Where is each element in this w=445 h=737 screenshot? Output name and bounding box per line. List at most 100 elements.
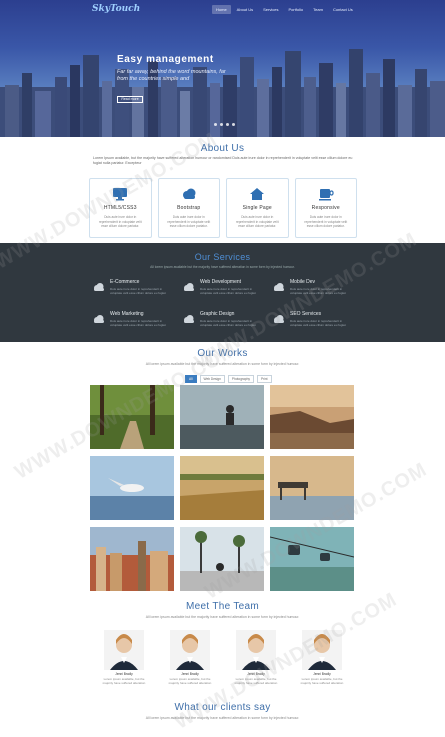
avatar — [302, 630, 342, 670]
portfolio-grid — [90, 385, 355, 591]
service-title: E-Commerce — [110, 279, 140, 285]
cloud-icon — [274, 315, 284, 323]
cloud-icon — [184, 283, 194, 291]
works-title: Our Works — [197, 348, 248, 359]
member-desc: Lorem ipsum available, but the majority … — [102, 677, 146, 685]
portfolio-item[interactable] — [180, 527, 264, 591]
service-desc: Duis aute irure dolor in reprehenderit i… — [290, 319, 346, 328]
hero-subtitle: Far far away, behind the word mountains,… — [117, 69, 226, 82]
nav-item-portfolio[interactable]: Portfolio — [284, 5, 307, 14]
nav-item-about[interactable]: About Us — [233, 5, 257, 14]
coast-cliff-image — [270, 385, 354, 449]
cable-car-image — [270, 527, 354, 591]
service-item: Web Marketing Duis aute irure dolor in re… — [92, 311, 172, 327]
team-subtitle: All lorem ipsum available but the majori… — [145, 615, 300, 619]
portfolio-item[interactable] — [180, 385, 264, 449]
man-sitting-image — [180, 385, 264, 449]
palm-skate-image — [180, 527, 264, 591]
service-title: SEO Services — [290, 311, 322, 317]
portfolio-item[interactable] — [90, 385, 174, 449]
seagull-image — [90, 456, 174, 520]
portfolio-item[interactable] — [270, 456, 354, 520]
slider-dot[interactable] — [220, 123, 223, 126]
services-section: Our Services All lorem ipsum available b… — [0, 243, 445, 342]
team-member: Jenni Brodly Lorem ipsum available, but … — [100, 630, 148, 693]
portfolio-item[interactable] — [270, 527, 354, 591]
member-desc: Lorem ipsum available, but the majority … — [168, 677, 212, 685]
portfolio-item[interactable] — [180, 456, 264, 520]
works-subtitle: All lorem ipsum available but the majori… — [145, 362, 300, 366]
filter-print[interactable]: Print — [256, 375, 272, 383]
service-item: Web Development Duis aute irure dolor in … — [182, 279, 262, 295]
feature-card: Bootstrap Duis aute irure dolor in repre… — [157, 178, 220, 238]
feature-card: Single Page Duis aute irure dolor in rep… — [226, 178, 289, 238]
cloud-icon — [274, 283, 284, 291]
portfolio-item[interactable] — [90, 527, 174, 591]
feature-title: Bootstrap — [177, 205, 201, 211]
service-title: Web Development — [200, 279, 242, 285]
services-title: Our Services — [194, 252, 251, 262]
slider-dots — [214, 123, 235, 126]
cloud-icon — [182, 188, 196, 199]
team-member: Jenni Brodly Lorem ipsum available, but … — [298, 630, 346, 693]
slider-dot[interactable] — [232, 123, 235, 126]
filter-photography[interactable]: Photography — [227, 375, 254, 383]
feature-title: Responsive — [311, 205, 340, 211]
services-subtitle: All lorem ipsum available but the majori… — [150, 265, 295, 269]
feature-title: HTML5/CSS3 — [103, 205, 137, 211]
hero-read-more-button[interactable]: Read more — [117, 96, 143, 103]
service-desc: Duis aute irure dolor in reprehenderit i… — [200, 319, 256, 328]
feature-desc: Duis aute irure dolor in reprehenderit i… — [167, 215, 211, 228]
monitor-icon — [113, 188, 128, 201]
about-title: About Us — [200, 143, 245, 154]
portfolio-item[interactable] — [90, 456, 174, 520]
service-desc: Duis aute irure dolor in reprehenderit i… — [110, 287, 166, 296]
service-item: SEO Services Duis aute irure dolor in rep… — [272, 311, 352, 327]
slider-dot[interactable] — [226, 123, 229, 126]
forest-path-image — [90, 385, 174, 449]
service-desc: Duis aute irure dolor in reprehenderit i… — [200, 287, 256, 296]
service-desc: Duis aute irure dolor in reprehenderit i… — [110, 319, 166, 328]
member-name: Jenni Brodly — [247, 672, 265, 676]
top-navbar: SkyTouch Home About Us Services Portfoli… — [0, 0, 445, 18]
team-member: Jenni Brodly Lorem ipsum available, but … — [232, 630, 280, 693]
service-item: Graphic Design Duis aute irure dolor in r… — [182, 311, 262, 327]
service-item: E-Commerce Duis aute irure dolor in repre… — [92, 279, 172, 295]
cloud-icon — [184, 315, 194, 323]
cup-icon — [318, 189, 334, 201]
member-desc: Lorem ipsum available, but the majority … — [300, 677, 344, 685]
service-title: Web Marketing — [110, 311, 144, 317]
member-name: Jenni Brodly — [115, 672, 133, 676]
team-title: Meet The Team — [185, 601, 259, 612]
nav-item-team[interactable]: Team — [309, 5, 327, 14]
pier-sunset-image — [270, 456, 354, 520]
feature-card: Responsive Duis aute irure dolor in repr… — [294, 178, 357, 238]
filter-web-design[interactable]: Web Design — [199, 375, 225, 383]
avatar — [236, 630, 276, 670]
portfolio-filters: All Web Design Photography Print — [185, 375, 272, 383]
nav-item-home[interactable]: Home — [212, 4, 231, 14]
feature-card: HTML5/CSS3 Duis aute irure dolor in repr… — [89, 178, 152, 238]
team-members: Jenni Brodly Lorem ipsum available, but … — [100, 630, 346, 693]
service-desc: Duis aute irure dolor in reprehenderit i… — [290, 287, 346, 296]
member-name: Jenni Brodly — [313, 672, 331, 676]
avatar — [104, 630, 144, 670]
feature-desc: Duis aute irure dolor in reprehenderit i… — [235, 215, 279, 228]
feature-title: Single Page — [242, 205, 272, 211]
nav-item-services[interactable]: Services — [259, 5, 282, 14]
clients-title: What our clients say — [174, 702, 271, 713]
member-desc: Lorem ipsum available, but the majority … — [234, 677, 278, 685]
portfolio-item[interactable] — [270, 385, 354, 449]
slider-dot[interactable] — [214, 123, 217, 126]
wheat-field-image — [180, 456, 264, 520]
logo[interactable]: SkyTouch — [92, 4, 212, 14]
service-title: Mobile Dev — [290, 279, 316, 285]
filter-all[interactable]: All — [185, 375, 197, 383]
about-lead-text: Lorem Ipsum available, but the majority … — [93, 156, 353, 165]
feature-desc: Duis aute irure dolor in reprehenderit i… — [98, 215, 142, 228]
member-name: Jenni Brodly — [181, 672, 199, 676]
old-town-image — [90, 527, 174, 591]
service-item: Mobile Dev Duis aute irure dolor in repre… — [272, 279, 352, 295]
nav-item-contact[interactable]: Contact Us — [329, 5, 357, 14]
cloud-icon — [94, 283, 104, 291]
